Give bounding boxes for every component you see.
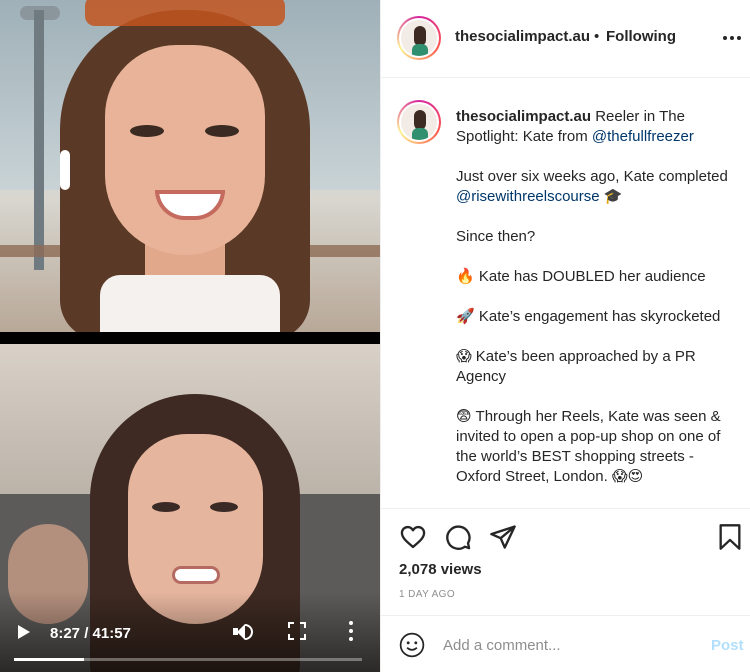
heart-icon[interactable] [399, 523, 427, 551]
caption-avatar[interactable] [397, 100, 441, 144]
graduation-cap-emoji: 🎓 [599, 188, 623, 205]
more-vertical-icon[interactable] [345, 620, 357, 642]
caption-p7: 😨 Through her Reels, Kate was seen & inv… [456, 408, 721, 485]
caption-username[interactable]: thesocialimpact.au [456, 108, 591, 125]
share-icon[interactable] [489, 523, 517, 551]
bookmark-icon[interactable] [716, 523, 744, 551]
post-button[interactable]: Post [711, 637, 744, 654]
avatar[interactable] [397, 16, 441, 60]
separator-dot: • [594, 28, 600, 45]
comment-input[interactable] [443, 632, 693, 658]
mention-link[interactable]: @risewithreelscourse [456, 188, 600, 205]
more-horizontal-icon[interactable] [723, 36, 741, 42]
view-count[interactable]: 2,078 views [399, 561, 482, 578]
play-icon[interactable] [16, 624, 32, 640]
comment-icon[interactable] [444, 523, 472, 551]
caption-text: thesocialimpact.au Reeler in The Spotlig… [456, 107, 736, 507]
post-actions: 2,078 views 1 DAY AGO [381, 508, 750, 628]
emoji-icon[interactable] [399, 632, 425, 658]
caption-p2: Just over six weeks ago, Kate completed [456, 168, 728, 185]
post-panel: thesocialimpact.au • Following thesocial… [380, 0, 750, 672]
caption-p6: 😱 Kate’s been approached by a PR Agency [456, 348, 696, 385]
post-header: thesocialimpact.au • Following [381, 0, 750, 78]
caption-p5: 🚀 Kate’s engagement has skyrocketed [456, 308, 721, 325]
comment-bar: Post [381, 615, 750, 672]
fullscreen-icon[interactable] [288, 622, 306, 640]
video-controls: 8:27 / 41:57 [0, 592, 380, 672]
header-username[interactable]: thesocialimpact.au [455, 28, 590, 45]
video-player[interactable]: 8:27 / 41:57 [0, 0, 380, 672]
caption-p4: 🔥 Kate has DOUBLED her audience [456, 268, 706, 285]
post-time[interactable]: 1 DAY AGO [399, 589, 455, 600]
video-time: 8:27 / 41:57 [50, 625, 131, 642]
video-progress-bar[interactable] [14, 658, 362, 661]
caption-p3: Since then? [456, 228, 536, 245]
post-caption: thesocialimpact.au Reeler in The Spotlig… [381, 80, 750, 508]
video-frame-top [0, 0, 380, 332]
following-button[interactable]: Following [606, 28, 676, 45]
video-progress-fill [14, 658, 84, 661]
mention-link[interactable]: @thefullfreezer [592, 128, 694, 145]
